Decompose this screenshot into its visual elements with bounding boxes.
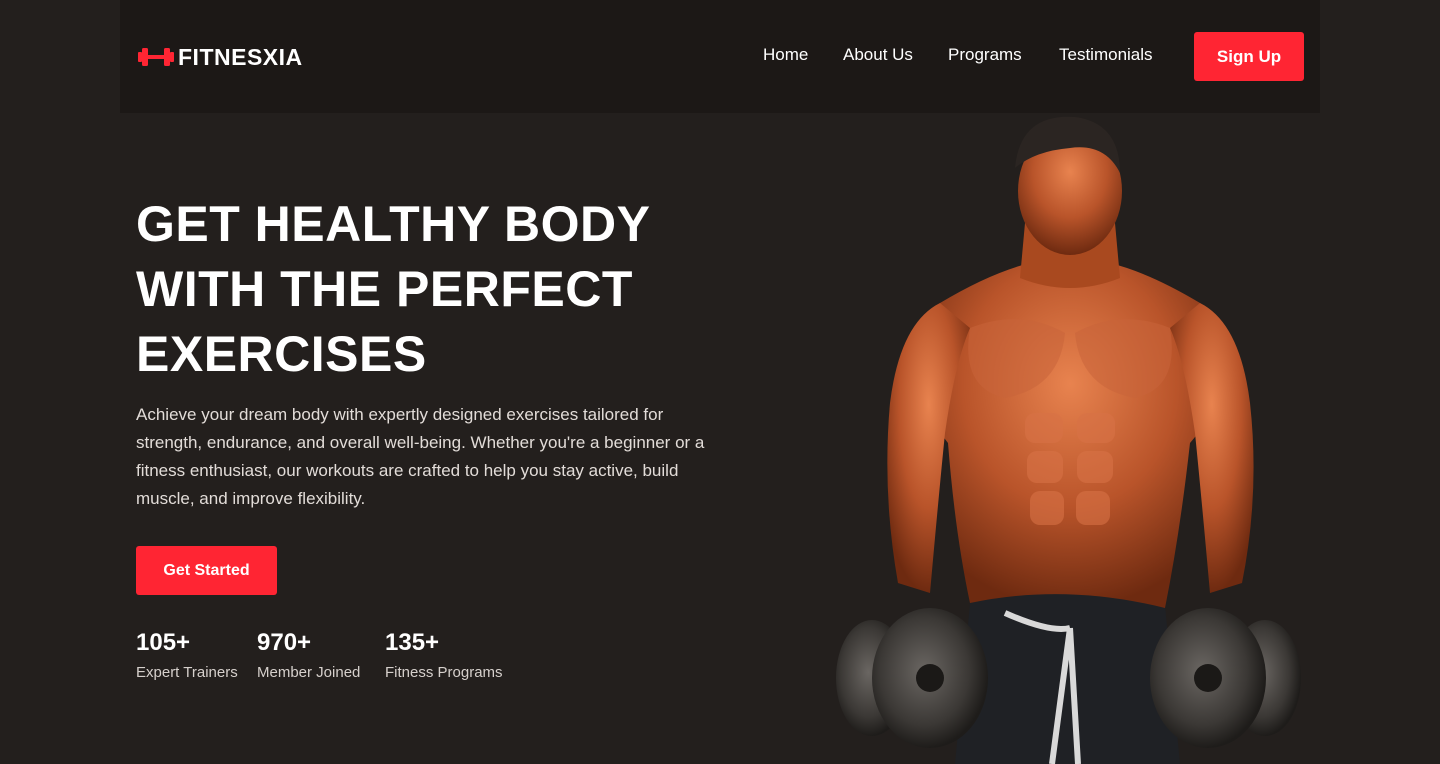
dumbbell-icon: [138, 48, 174, 66]
stat-member-joined: 970+ Member Joined: [257, 628, 360, 681]
nav-home[interactable]: Home: [763, 45, 808, 65]
hero-title-line: GET HEALTHY BODY: [136, 196, 651, 252]
stat-value: 105+: [136, 629, 191, 656]
nav-testimonials[interactable]: Testimonials: [1059, 45, 1153, 65]
hero-title: GET HEALTHY BODY WITH THE PERFECT EXERCI…: [136, 192, 736, 387]
hero-title-line: WITH THE PERFECT: [136, 261, 633, 317]
brand-logo[interactable]: FITNESXIA: [138, 40, 303, 74]
stat-label: Expert Trainers: [136, 664, 238, 681]
stat-label: Member Joined: [257, 664, 361, 681]
hero-description: Achieve your dream body with expertly de…: [136, 405, 705, 508]
athlete-image: [836, 116, 1301, 764]
landing-page: FITNESXIA Home About Us Programs Testimo…: [0, 0, 1440, 764]
hero-title-line: EXERCISES: [136, 326, 427, 382]
nav-programs[interactable]: Programs: [948, 45, 1022, 65]
stat-expert-trainers: 105+ Expert Trainers: [136, 628, 238, 681]
stat-fitness-programs: 135+ Fitness Programs: [385, 628, 503, 681]
brand-name: FITNESXIA: [178, 43, 303, 70]
navbar: FITNESXIA Home About Us Programs Testimo…: [120, 0, 1320, 113]
get-started-button[interactable]: Get Started: [136, 546, 277, 595]
stat-label: Fitness Programs: [385, 664, 503, 681]
stat-value: 135+: [385, 629, 440, 656]
nav-about-us[interactable]: About Us: [843, 45, 913, 65]
sign-up-button[interactable]: Sign Up: [1194, 32, 1304, 81]
stat-value: 970+: [257, 629, 312, 656]
